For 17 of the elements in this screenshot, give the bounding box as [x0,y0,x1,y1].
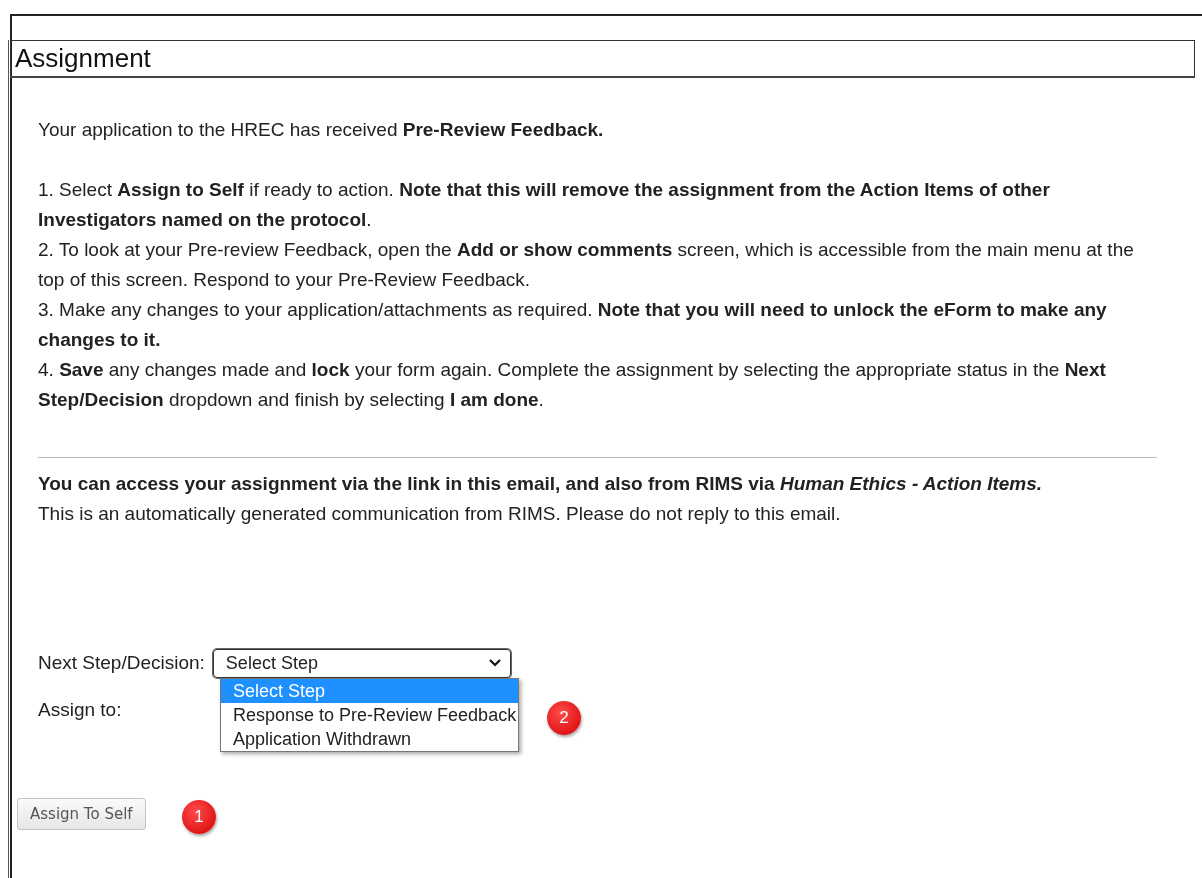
field-label: Assign to: [38,698,122,722]
chevron-down-icon [487,658,502,668]
auto-note: This is an automatically generated communication from RIMS. Please do not reply to this email. [38,502,842,526]
instruction-step: 1. Select Assign to Self if ready to action. Note that this will remove the assignment from the Action Items of other Investigators named on the protocol. [38,175,1157,235]
intro-text: Your application to the HREC has received Pre-Review Feedback. [38,118,605,142]
access-note: You can access your assignment via the link in this email, and also from RIMS via Human Ethics - Action Items. [38,472,1044,496]
section-heading: Assignment [10,40,1195,78]
assign-to-self-button[interactable]: Assign To Self [17,798,146,830]
dropdown-option[interactable]: Response to Pre-Review Feedback [221,703,519,727]
field-label: Next Step/Decision: [38,651,205,675]
number-badge: 2 [547,701,581,735]
instruction-step: 4. Save any changes made and lock your form again. Complete the assignment by selecting the appropriate status in the Next Step/Decision dropdown and finish by selecting I am done. [38,355,1157,415]
instruction-step: 3. Make any changes to your application/attachments as required. Note that you will need to unlock the eForm to make any changes to it. [38,295,1157,355]
instruction-step: 2. To look at your Pre-review Feedback, open the Add or show comments screen, which is accessible from the main menu at the top of this screen. Respond to your Pre-Review Feedback. [38,235,1157,295]
dropdown-option[interactable]: Application Withdrawn [221,727,519,751]
step-dropdown[interactable]: Select Step [212,648,511,678]
number-badge: 1 [182,800,216,834]
